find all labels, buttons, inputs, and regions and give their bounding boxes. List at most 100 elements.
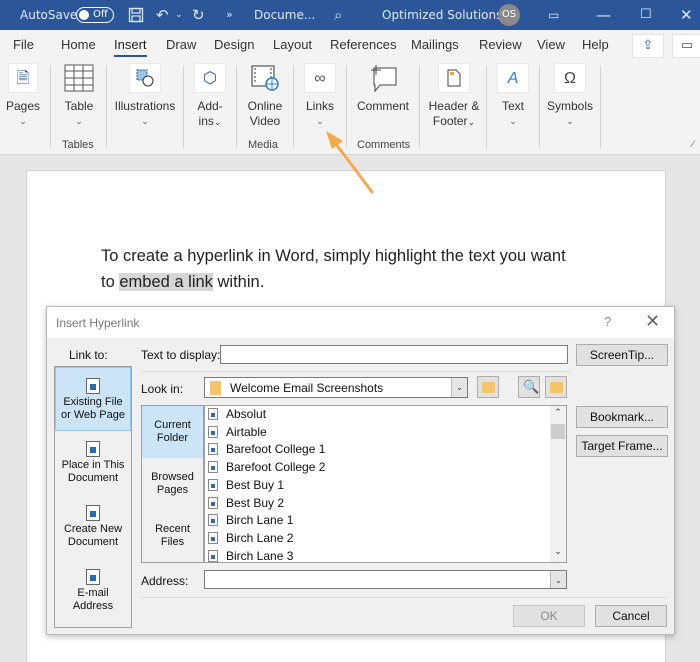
- help-button[interactable]: ?: [604, 314, 611, 329]
- link-to-create-new-document[interactable]: Create New Document: [55, 505, 131, 549]
- scroll-thumb[interactable]: [551, 424, 565, 439]
- image-file-icon: [208, 443, 218, 456]
- screentip-button[interactable]: ScreenTip...: [576, 344, 668, 366]
- scroll-up-icon[interactable]: ⌃: [550, 407, 566, 418]
- ribbon-display-icon[interactable]: ▭: [548, 0, 559, 30]
- illustrations-label: Illustrations: [114, 99, 176, 113]
- document-name[interactable]: Docume...: [254, 0, 315, 30]
- link-to-existing-file[interactable]: Existing File or Web Page: [55, 367, 131, 431]
- ok-button[interactable]: OK: [513, 605, 585, 627]
- symbols-button[interactable]: Ω Symbols ⌄: [545, 63, 595, 129]
- undo-dropdown-icon[interactable]: ⌄: [175, 0, 183, 30]
- category-recent-files[interactable]: Recent Files: [142, 523, 203, 549]
- pages-button[interactable]: 🗎 Pages ⌄: [6, 63, 40, 129]
- chevron-down-icon[interactable]: ⌄: [550, 571, 566, 588]
- existing-file-label-1: Existing File: [63, 396, 123, 408]
- browsed-pages-label-2: Pages: [156, 484, 189, 496]
- online-video-button[interactable]: Online Video: [244, 63, 286, 129]
- file-list[interactable]: Absolut Airtable Barefoot College 1 Barefoo…: [204, 405, 567, 563]
- file-list-item[interactable]: Best Buy 2: [208, 495, 284, 513]
- link-icon: ∞: [304, 63, 336, 93]
- illustrations-button[interactable]: Illustrations ⌄: [112, 63, 178, 129]
- browse-file-button[interactable]: [545, 376, 567, 398]
- title-bar: AutoSave Off ↶ ⌄ ↻ » Docume... ⌕ Optimiz…: [0, 0, 700, 30]
- toggle-knob: [79, 10, 89, 20]
- search-icon[interactable]: ⌕: [334, 0, 342, 30]
- chevron-down-icon: ⌄: [141, 116, 149, 126]
- image-file-icon: [208, 425, 218, 438]
- table-button[interactable]: Table ⌄: [60, 63, 98, 129]
- file-name: Birch Lane 3: [226, 548, 294, 563]
- highlighted-text[interactable]: embed a link: [119, 273, 213, 291]
- link-to-place-in-document[interactable]: Place in This Document: [55, 441, 131, 485]
- collapse-ribbon-icon[interactable]: ⁄: [692, 140, 694, 150]
- cancel-button[interactable]: Cancel: [595, 605, 667, 627]
- tab-view[interactable]: View: [537, 30, 565, 60]
- chevron-down-icon[interactable]: ⌄: [451, 378, 467, 397]
- comment-button[interactable]: Comment: [352, 63, 414, 114]
- tab-home[interactable]: Home: [61, 30, 96, 60]
- target-frame-button[interactable]: Target Frame...: [576, 435, 668, 457]
- tab-review[interactable]: Review: [479, 30, 522, 60]
- look-in-combo[interactable]: Welcome Email Screenshots ⌄: [204, 377, 468, 398]
- add-ins-button[interactable]: ⬡ Add- ins⌄: [190, 63, 230, 130]
- tab-references[interactable]: References: [330, 30, 396, 60]
- maximize-icon[interactable]: ☐: [640, 0, 652, 30]
- file-list-item[interactable]: Birch Lane 1: [208, 512, 293, 530]
- file-categories: Current Folder Browsed Pages Recent File…: [141, 405, 204, 563]
- dialog-title-bar: Insert Hyperlink ? ✕: [47, 307, 674, 338]
- divider: [600, 66, 601, 148]
- link-to-email-address[interactable]: E-mail Address: [55, 569, 131, 613]
- pages-icon: 🗎: [8, 63, 38, 93]
- divider: [346, 66, 347, 148]
- ribbon-tabs: File Home Insert Draw Design Layout Refe…: [0, 30, 700, 60]
- bookmark-button[interactable]: Bookmark...: [576, 406, 668, 428]
- browse-web-button[interactable]: 🔍: [518, 376, 540, 398]
- look-in-value: Welcome Email Screenshots: [230, 381, 384, 395]
- file-list-item[interactable]: Barefoot College 1: [208, 441, 325, 459]
- category-browsed-pages[interactable]: Browsed Pages: [142, 471, 203, 497]
- create-label-1: Create New: [63, 523, 123, 535]
- comments-button[interactable]: ▭: [672, 34, 700, 58]
- more-commands-icon[interactable]: »: [226, 0, 233, 30]
- save-icon[interactable]: [128, 0, 144, 30]
- links-button[interactable]: ∞ Links ⌄: [302, 63, 338, 129]
- look-in-label: Look in:: [141, 382, 184, 396]
- minimize-icon[interactable]: —: [596, 0, 611, 30]
- account-name[interactable]: Optimized Solutions: [382, 0, 502, 30]
- place-in-document-icon: [86, 441, 100, 457]
- tab-design[interactable]: Design: [214, 30, 254, 60]
- tab-draw[interactable]: Draw: [166, 30, 196, 60]
- file-list-item[interactable]: Best Buy 1: [208, 477, 284, 495]
- file-list-scrollbar[interactable]: ⌃ ⌄: [550, 406, 566, 562]
- header-footer-button[interactable]: Header & Footer⌄: [426, 63, 482, 130]
- file-list-item[interactable]: Birch Lane 2: [208, 530, 293, 548]
- tab-help[interactable]: Help: [582, 30, 609, 60]
- file-name: Best Buy 1: [226, 477, 285, 492]
- tab-insert[interactable]: Insert: [114, 30, 147, 60]
- address-input[interactable]: ⌄: [204, 570, 567, 589]
- text-to-display-label: Text to display:: [141, 348, 221, 362]
- file-list-item[interactable]: Barefoot College 2: [208, 459, 325, 477]
- tab-mailings[interactable]: Mailings: [411, 30, 459, 60]
- category-current-folder[interactable]: Current Folder: [142, 406, 203, 458]
- close-icon[interactable]: ✕: [680, 0, 693, 30]
- avatar[interactable]: OS: [498, 4, 520, 26]
- tab-layout[interactable]: Layout: [273, 30, 312, 60]
- up-one-folder-button[interactable]: [477, 376, 499, 398]
- scroll-down-icon[interactable]: ⌄: [550, 546, 566, 557]
- text-to-display-input[interactable]: [220, 345, 568, 364]
- dialog-close-button[interactable]: ✕: [645, 311, 660, 332]
- file-list-item[interactable]: Absolut: [208, 406, 266, 424]
- file-list-item[interactable]: Airtable: [208, 424, 267, 442]
- divider: [141, 371, 571, 372]
- autosave-toggle[interactable]: Off: [76, 7, 114, 23]
- tab-file[interactable]: File: [13, 30, 34, 60]
- redo-icon[interactable]: ↻: [192, 0, 205, 30]
- share-button[interactable]: ⇪: [632, 34, 664, 58]
- undo-icon[interactable]: ↶: [156, 0, 169, 30]
- file-list-item[interactable]: Birch Lane 3: [208, 548, 293, 566]
- document-paragraph[interactable]: To create a hyperlink in Word, simply hi…: [101, 243, 581, 295]
- link-to-panel: Existing File or Web Page Place in This …: [54, 366, 132, 628]
- text-button[interactable]: A Text ⌄: [496, 63, 530, 129]
